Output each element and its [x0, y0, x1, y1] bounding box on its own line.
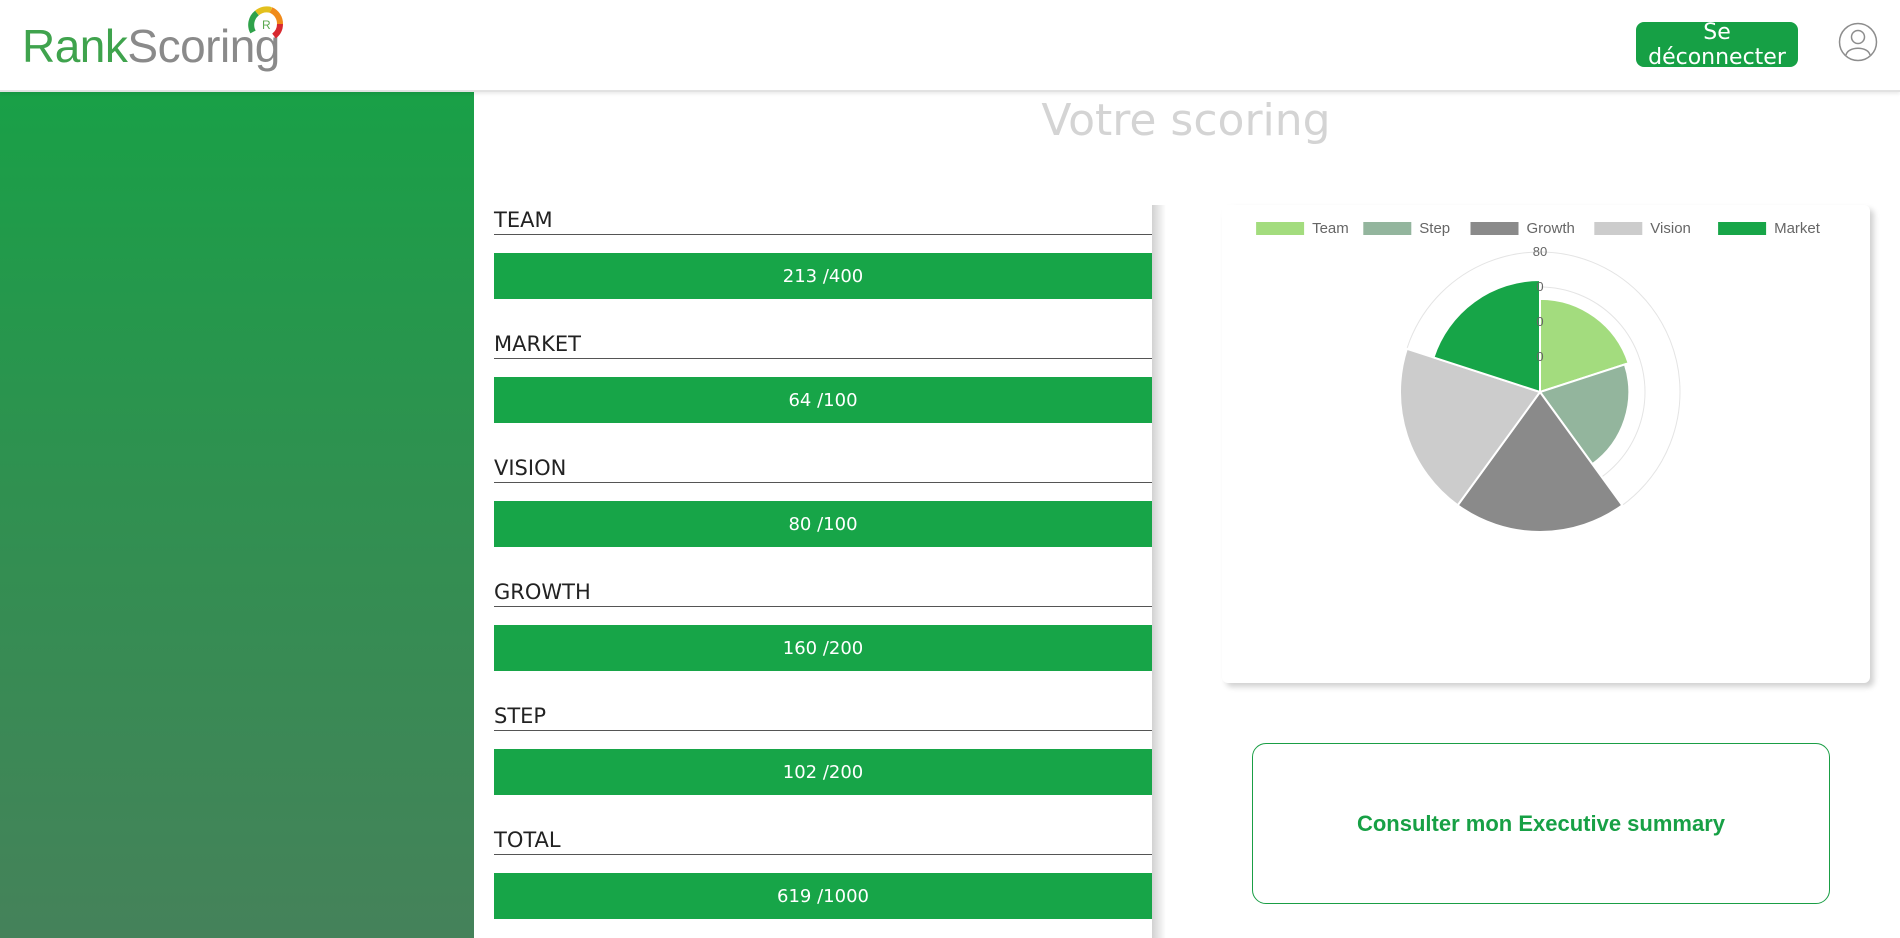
legend-swatch-growth	[1470, 222, 1519, 235]
chart-tick-label: 0	[1536, 349, 1543, 364]
score-bar: 102 /200	[494, 749, 1152, 795]
score-market: MARKET 64 /100	[494, 329, 1152, 453]
score-bar: 619 /1000	[494, 873, 1152, 919]
scoring-chart-card: 0 0 0 80 Team Step Growth Vision Market	[1222, 205, 1870, 683]
score-step: STEP 102 /200	[494, 701, 1152, 825]
logo-gauge-icon: R	[248, 6, 283, 39]
score-team: TEAM 213 /400	[494, 205, 1152, 329]
score-bar: 80 /100	[494, 501, 1152, 547]
chart-tick-label: 0	[1536, 314, 1543, 329]
panel-divider-shadow	[1152, 205, 1166, 938]
legend-label-growth: Growth	[1527, 220, 1575, 237]
score-label: STEP	[494, 701, 1152, 731]
score-total: TOTAL 619 /1000	[494, 825, 1152, 938]
chart-tick-label: 0	[1536, 279, 1543, 294]
legend-label-vision: Vision	[1650, 220, 1691, 237]
page-title: Votre scoring	[1041, 95, 1331, 146]
score-list: TEAM 213 /400 MARKET 64 /100 VISION 80 /…	[494, 205, 1152, 938]
score-growth: GROWTH 160 /200	[494, 577, 1152, 701]
legend-label-step: Step	[1419, 220, 1450, 237]
score-bar: 64 /100	[494, 377, 1152, 423]
rankscoring-logo[interactable]: RankScoring	[22, 14, 280, 78]
app-header: RankScoring R Se déconnecter	[0, 0, 1900, 92]
score-label: VISION	[494, 453, 1152, 483]
score-label: GROWTH	[494, 577, 1152, 607]
legend-swatch-step	[1363, 222, 1412, 235]
legend-label-market: Market	[1774, 220, 1821, 237]
chart-tick-label: 80	[1533, 244, 1547, 259]
score-label: TEAM	[494, 205, 1152, 235]
executive-summary-button[interactable]: Consulter mon Executive summary	[1252, 743, 1830, 904]
score-bar: 213 /400	[494, 253, 1152, 299]
logout-button[interactable]: Se déconnecter	[1636, 20, 1798, 70]
logo-mark-letter: R	[262, 18, 271, 32]
score-label: MARKET	[494, 329, 1152, 359]
logo-rank: Rank	[22, 20, 128, 72]
legend-swatch-market	[1718, 222, 1767, 235]
score-vision: VISION 80 /100	[494, 453, 1152, 577]
polar-area-chart[interactable]: 0 0 0 80 Team Step Growth Vision Market	[1222, 205, 1870, 683]
score-bar: 160 /200	[494, 625, 1152, 671]
sidebar	[0, 92, 474, 938]
legend-swatch-vision	[1594, 222, 1643, 235]
score-label: TOTAL	[494, 825, 1152, 855]
legend-label-team: Team	[1312, 220, 1349, 237]
user-circle-icon[interactable]	[1838, 22, 1878, 62]
logo-text: RankScoring	[22, 14, 280, 78]
legend-swatch-team	[1256, 222, 1305, 235]
